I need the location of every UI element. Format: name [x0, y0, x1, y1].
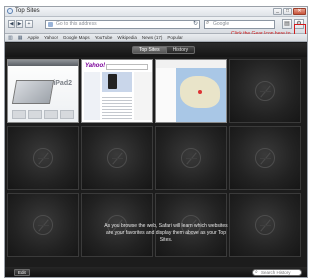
address-placeholder: Go to this address — [56, 21, 97, 27]
empty-top-site-slot — [229, 193, 301, 257]
safari-compass-icon — [255, 81, 275, 101]
tab-history[interactable]: History — [166, 46, 196, 54]
empty-top-site-slot — [7, 193, 79, 257]
empty-top-site-slot — [229, 126, 301, 190]
add-bookmark-button[interactable]: + — [25, 20, 33, 28]
bookmark-google-maps[interactable]: Google Maps — [63, 35, 90, 41]
history-search-field[interactable]: ⌕ Search History — [252, 269, 302, 276]
window-title: Top Sites — [15, 8, 40, 14]
empty-top-site-slot — [7, 126, 79, 190]
thumbnail-right-column — [134, 72, 152, 120]
safari-compass-icon — [33, 215, 53, 235]
thumbnail-feature — [102, 72, 132, 92]
forward-button[interactable]: ▶ — [16, 20, 23, 28]
thumbnail-search-box — [106, 64, 148, 70]
search-icon: ⌕ — [255, 269, 258, 275]
tab-top-sites[interactable]: Top Sites — [132, 46, 167, 54]
bookmark-youtube[interactable]: YouTube — [95, 35, 113, 41]
top-sites-grid-icon[interactable]: ▦ — [18, 35, 23, 41]
safari-compass-icon — [255, 148, 275, 168]
edit-button[interactable]: Edit — [14, 269, 30, 276]
thumbnail-text-lines — [102, 95, 132, 119]
top-sites-header: Top Sites History — [5, 43, 307, 57]
back-button[interactable]: ◀ — [8, 20, 15, 28]
thumbnail-sidebar — [84, 72, 100, 120]
view-switcher: Top Sites History — [132, 46, 196, 54]
title-bar: Top Sites _ □ ✕ — [5, 7, 307, 17]
top-sites-caption: As you browse the web, Safari will learn… — [104, 223, 228, 243]
address-bar[interactable]: Go to this address ↻ — [45, 20, 200, 29]
thumbnail-brand-text: iPad2 — [53, 80, 72, 87]
search-placeholder: Google — [213, 21, 230, 27]
safari-compass-icon — [33, 148, 53, 168]
search-icon: ⌕ — [206, 20, 210, 26]
device-image — [11, 80, 55, 104]
product-strip — [12, 110, 74, 119]
thumbnail-body: iPad2 — [8, 66, 78, 122]
map-pin-icon — [198, 90, 202, 94]
page-menu-icon[interactable]: ▤ — [282, 19, 292, 29]
show-all-bookmarks-icon[interactable]: ▥ — [8, 35, 13, 41]
safari-icon — [7, 8, 13, 14]
minimize-button[interactable]: _ — [273, 8, 282, 15]
window-controls: _ □ ✕ — [273, 8, 306, 15]
bookmark-apple[interactable]: Apple — [27, 35, 39, 41]
close-button[interactable]: ✕ — [293, 8, 306, 15]
maximize-button[interactable]: □ — [283, 8, 292, 15]
empty-top-site-slot — [155, 126, 227, 190]
empty-top-site-slot — [81, 126, 153, 190]
bookmark-wikipedia[interactable]: Wikipedia — [117, 35, 137, 41]
top-site-thumbnail-apple[interactable]: iPad2 — [7, 59, 79, 123]
browser-window: Top Sites _ □ ✕ ◀ ▶ + Go to this address… — [5, 7, 307, 277]
thumbnail-logo-text: Yahoo! — [85, 63, 106, 69]
page-favicon-icon — [48, 22, 53, 27]
top-site-thumbnail-yahoo[interactable]: Yahoo! — [81, 59, 153, 123]
safari-compass-icon — [107, 148, 127, 168]
bookmark-yahoo[interactable]: Yahoo! — [44, 35, 58, 41]
thumbnail-sidebar — [156, 68, 177, 122]
bookmarks-bar: ▥ ▦ Apple Yahoo! Google Maps YouTube Wik… — [5, 34, 307, 42]
bookmark-news[interactable]: News (17) — [142, 35, 163, 41]
safari-compass-icon — [181, 148, 201, 168]
map-image — [176, 68, 226, 122]
top-site-thumbnail-maps[interactable] — [155, 59, 227, 123]
safari-compass-icon — [255, 215, 275, 235]
bottom-bar: Edit ⌕ Search History — [5, 267, 307, 277]
search-field[interactable]: ⌕ Google — [204, 20, 275, 29]
reload-icon[interactable]: ↻ — [193, 21, 198, 28]
history-search-placeholder: Search History — [261, 270, 291, 275]
phone-image — [108, 74, 117, 89]
empty-top-site-slot — [229, 59, 301, 123]
bookmark-popular[interactable]: Popular — [167, 35, 183, 41]
